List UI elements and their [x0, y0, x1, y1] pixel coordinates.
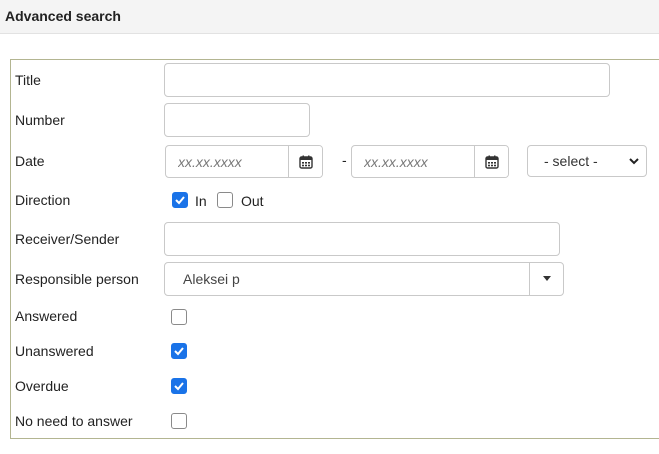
check-icon [174, 382, 184, 391]
answered-label: Answered [15, 308, 78, 324]
date-to-group [351, 145, 509, 178]
page-title: Advanced search [5, 8, 121, 24]
direction-out-label: Out [241, 193, 264, 209]
caret-down-icon [542, 276, 551, 281]
title-label: Title [15, 72, 41, 88]
number-label: Number [15, 112, 65, 128]
responsible-person-label: Responsible person [15, 271, 139, 287]
date-from-input[interactable] [166, 146, 290, 177]
direction-label: Direction [15, 192, 71, 208]
date-from-calendar-button[interactable] [288, 146, 322, 177]
receiver-sender-input[interactable] [164, 222, 560, 256]
check-icon [174, 347, 184, 356]
direction-in-label: In [195, 193, 207, 209]
number-input[interactable] [164, 103, 310, 137]
calendar-icon [484, 155, 499, 169]
date-to-input[interactable] [352, 146, 476, 177]
date-from-group [165, 145, 323, 178]
direction-in-checkbox[interactable] [172, 192, 188, 208]
date-to-calendar-button[interactable] [474, 146, 508, 177]
date-separator: - [342, 152, 347, 168]
responsible-person-select[interactable]: Aleksei p [164, 262, 564, 296]
overdue-checkbox[interactable] [171, 378, 187, 394]
date-range-select[interactable]: - select - [527, 145, 647, 177]
calendar-icon [298, 155, 313, 169]
responsible-person-value: Aleksei p [183, 271, 240, 287]
title-input[interactable] [164, 63, 610, 97]
date-range-select-value: - select - [544, 153, 598, 169]
no-need-to-answer-label: No need to answer [15, 413, 133, 429]
check-icon [175, 196, 185, 205]
answered-checkbox[interactable] [171, 309, 187, 325]
overdue-label: Overdue [15, 378, 69, 394]
date-label: Date [15, 153, 45, 169]
header-bar: Advanced search [0, 0, 659, 34]
unanswered-label: Unanswered [15, 343, 94, 359]
unanswered-checkbox[interactable] [171, 343, 187, 359]
responsible-person-dropdown-button[interactable] [529, 263, 563, 295]
chevron-down-icon [629, 158, 639, 165]
no-need-to-answer-checkbox[interactable] [171, 413, 187, 429]
direction-out-checkbox[interactable] [217, 192, 233, 208]
receiver-sender-label: Receiver/Sender [15, 231, 120, 247]
